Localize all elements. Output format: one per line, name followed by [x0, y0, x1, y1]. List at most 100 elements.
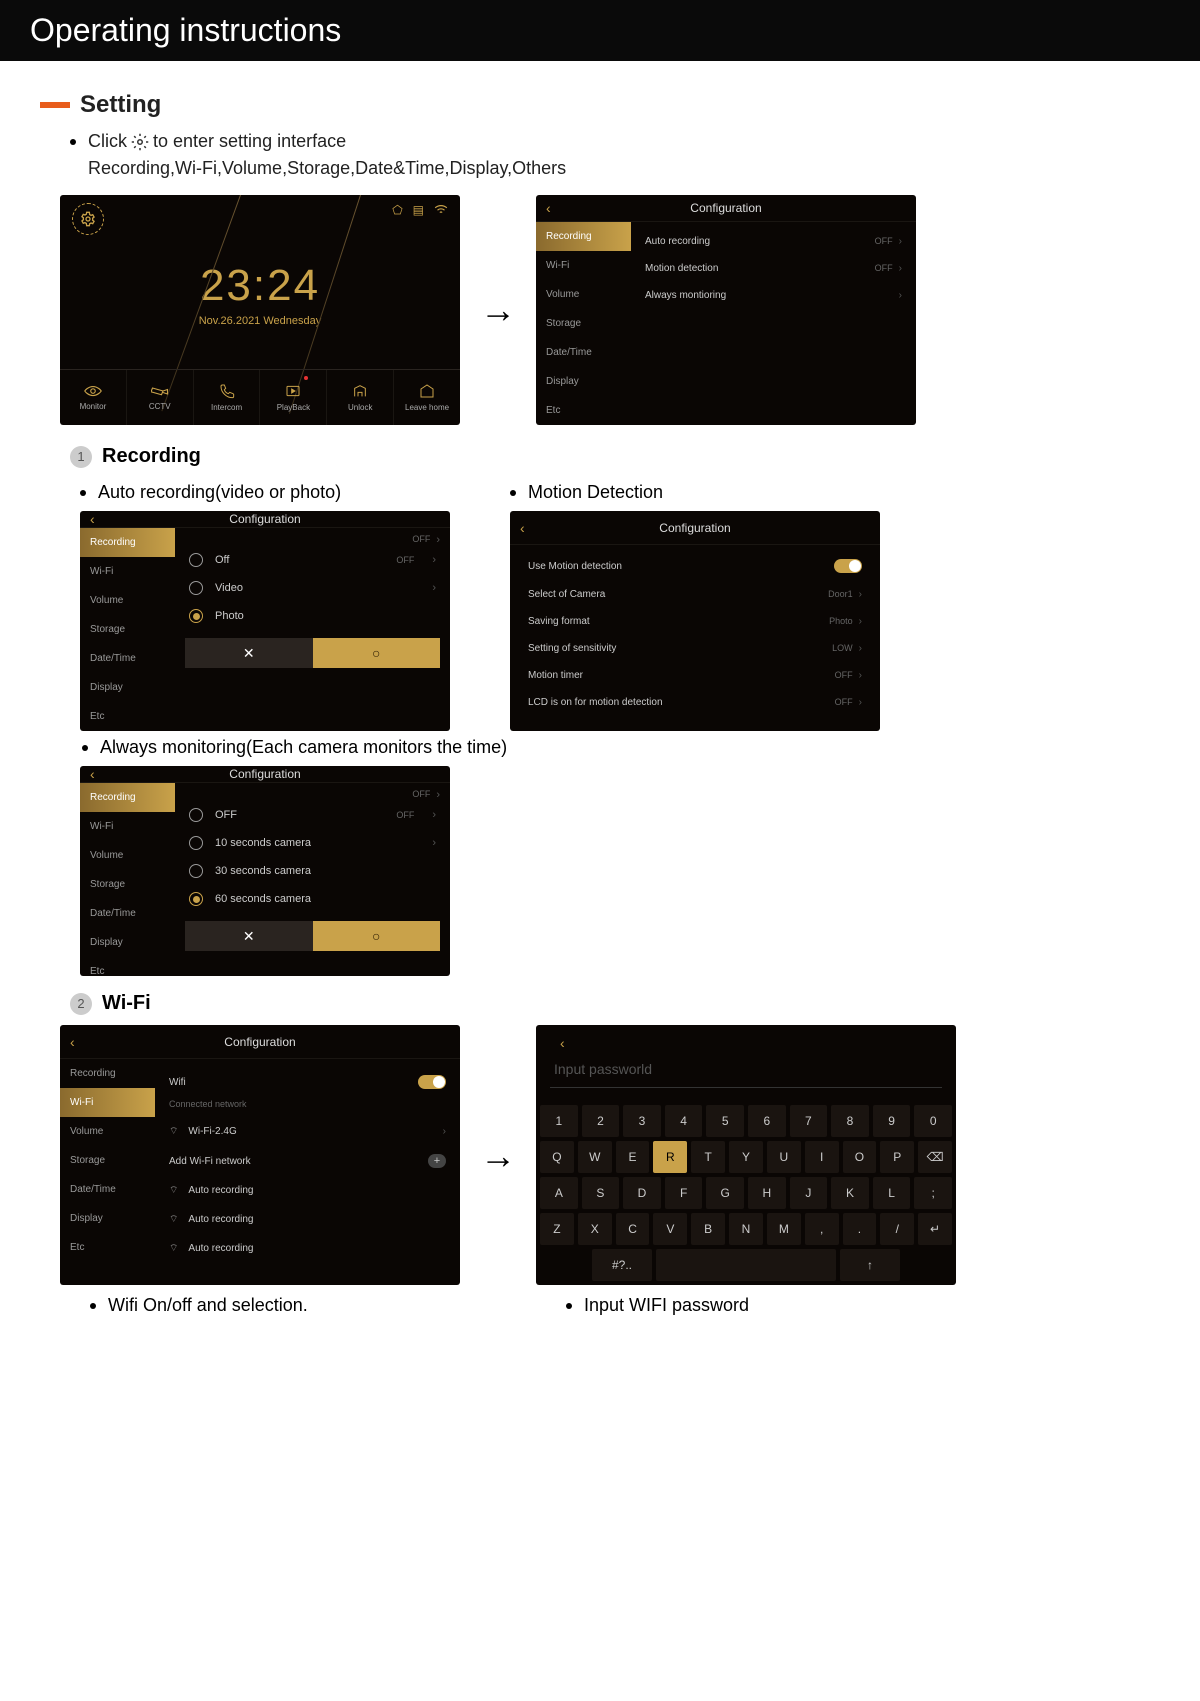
back-button[interactable]: ‹ — [90, 766, 95, 782]
key-6[interactable]: 6 — [748, 1105, 786, 1137]
sidebar-item-recording[interactable]: Recording — [80, 528, 175, 557]
sidebar-item-etc[interactable]: Etc — [60, 1233, 155, 1262]
radio-video[interactable]: Video› — [185, 574, 440, 602]
back-button[interactable]: ‹ — [70, 1034, 75, 1050]
password-input[interactable]: Input passworld — [550, 1051, 942, 1088]
key-w[interactable]: W — [578, 1141, 612, 1173]
key-q[interactable]: Q — [540, 1141, 574, 1173]
sidebar-item-datetime[interactable]: Date/Time — [80, 644, 175, 673]
sidebar-item-recording[interactable]: Recording — [60, 1059, 155, 1088]
key-u[interactable]: U — [767, 1141, 801, 1173]
nav-monitor[interactable]: Monitor — [60, 370, 127, 425]
key-comma[interactable]: , — [805, 1213, 839, 1245]
sidebar-item-volume[interactable]: Volume — [60, 1117, 155, 1146]
key-7[interactable]: 7 — [790, 1105, 828, 1137]
sidebar-item-etc[interactable]: Etc — [80, 702, 175, 731]
row-lcd-motion[interactable]: LCD is on for motion detectionOFF› — [524, 689, 866, 716]
nav-leave[interactable]: Leave home — [394, 370, 460, 425]
sidebar-item-datetime[interactable]: Date/Time — [80, 899, 175, 928]
key-o[interactable]: O — [843, 1141, 877, 1173]
key-h[interactable]: H — [748, 1177, 786, 1209]
sidebar-item-recording[interactable]: Recording — [80, 783, 175, 812]
key-x[interactable]: X — [578, 1213, 612, 1245]
sidebar-item-datetime[interactable]: Date/Time — [536, 338, 631, 367]
key-enter[interactable]: ↵ — [918, 1213, 952, 1245]
sidebar-item-volume[interactable]: Volume — [80, 586, 175, 615]
radio-photo[interactable]: Photo — [185, 602, 440, 630]
key-b[interactable]: B — [691, 1213, 725, 1245]
key-c[interactable]: C — [616, 1213, 650, 1245]
key-d[interactable]: D — [623, 1177, 661, 1209]
sidebar-item-wifi[interactable]: Wi-Fi — [80, 812, 175, 841]
row-auto-recording[interactable]: Auto recordingOFF› — [641, 228, 906, 255]
cancel-button[interactable]: ✕ — [185, 921, 313, 951]
key-a[interactable]: A — [540, 1177, 578, 1209]
row-motion-timer[interactable]: Motion timerOFF› — [524, 662, 866, 689]
nav-cctv[interactable]: CCTV — [127, 370, 194, 425]
wifi-net-2[interactable]: ⌔Auto recording — [169, 1205, 446, 1234]
back-button[interactable]: ‹ — [546, 200, 551, 216]
key-period[interactable]: . — [843, 1213, 877, 1245]
key-semicolon[interactable]: ; — [914, 1177, 952, 1209]
key-k[interactable]: K — [831, 1177, 869, 1209]
toggle-motion[interactable] — [834, 559, 862, 573]
sidebar-item-storage[interactable]: Storage — [80, 870, 175, 899]
radio-off[interactable]: OffOFF› — [185, 546, 440, 574]
key-4[interactable]: 4 — [665, 1105, 703, 1137]
key-symbols[interactable]: #?.. — [592, 1249, 652, 1281]
key-y[interactable]: Y — [729, 1141, 763, 1173]
sidebar-item-storage[interactable]: Storage — [536, 309, 631, 338]
sidebar-item-volume[interactable]: Volume — [536, 280, 631, 309]
radio-10s[interactable]: 10 seconds camera› — [185, 829, 440, 857]
row-motion-detection[interactable]: Motion detectionOFF› — [641, 255, 906, 282]
add-icon[interactable]: + — [428, 1154, 446, 1168]
radio-30s[interactable]: 30 seconds camera — [185, 857, 440, 885]
key-n[interactable]: N — [729, 1213, 763, 1245]
key-e[interactable]: E — [616, 1141, 650, 1173]
sidebar-item-display[interactable]: Display — [80, 928, 175, 957]
nav-unlock[interactable]: Unlock — [327, 370, 394, 425]
key-r[interactable]: R — [653, 1141, 687, 1173]
key-t[interactable]: T — [691, 1141, 725, 1173]
key-1[interactable]: 1 — [540, 1105, 578, 1137]
key-z[interactable]: Z — [540, 1213, 574, 1245]
row-sensitivity[interactable]: Setting of sensitivityLOW› — [524, 635, 866, 662]
key-m[interactable]: M — [767, 1213, 801, 1245]
radio-always-off[interactable]: OFFOFF› — [185, 801, 440, 829]
wifi-toggle-row[interactable]: Wifi — [169, 1067, 446, 1097]
key-0[interactable]: 0 — [914, 1105, 952, 1137]
wifi-add-row[interactable]: Add Wi-Fi network+ — [169, 1146, 446, 1176]
row-use-motion[interactable]: Use Motion detection — [524, 551, 866, 581]
sidebar-item-wifi[interactable]: Wi-Fi — [60, 1088, 155, 1117]
key-space[interactable] — [656, 1249, 836, 1281]
key-i[interactable]: I — [805, 1141, 839, 1173]
wifi-net-3[interactable]: ⌔Auto recording — [169, 1234, 446, 1263]
sidebar-item-wifi[interactable]: Wi-Fi — [80, 557, 175, 586]
sidebar-item-datetime[interactable]: Date/Time — [60, 1175, 155, 1204]
key-s[interactable]: S — [582, 1177, 620, 1209]
confirm-button[interactable]: ○ — [313, 921, 441, 951]
key-3[interactable]: 3 — [623, 1105, 661, 1137]
row-saving-format[interactable]: Saving formatPhoto› — [524, 608, 866, 635]
key-j[interactable]: J — [790, 1177, 828, 1209]
sidebar-item-etc[interactable]: Etc — [536, 396, 631, 425]
row-always-monitoring[interactable]: Always montioring› — [641, 282, 906, 309]
sidebar-item-display[interactable]: Display — [60, 1204, 155, 1233]
key-v[interactable]: V — [653, 1213, 687, 1245]
row-select-camera[interactable]: Select of CameraDoor1› — [524, 581, 866, 608]
back-button[interactable]: ‹ — [520, 520, 525, 536]
sidebar-item-recording[interactable]: Recording — [536, 222, 631, 251]
confirm-button[interactable]: ○ — [313, 638, 441, 668]
gear-button[interactable] — [72, 203, 104, 235]
wifi-network-row[interactable]: ⌔Wi-Fi-2.4G› — [169, 1117, 446, 1146]
sidebar-item-display[interactable]: Display — [536, 367, 631, 396]
key-p[interactable]: P — [880, 1141, 914, 1173]
sidebar-item-display[interactable]: Display — [80, 673, 175, 702]
sidebar-item-etc[interactable]: Etc — [80, 957, 175, 976]
sidebar-item-storage[interactable]: Storage — [80, 615, 175, 644]
back-button[interactable]: ‹ — [90, 511, 95, 527]
key-slash[interactable]: / — [880, 1213, 914, 1245]
sidebar-item-storage[interactable]: Storage — [60, 1146, 155, 1175]
key-8[interactable]: 8 — [831, 1105, 869, 1137]
key-l[interactable]: L — [873, 1177, 911, 1209]
